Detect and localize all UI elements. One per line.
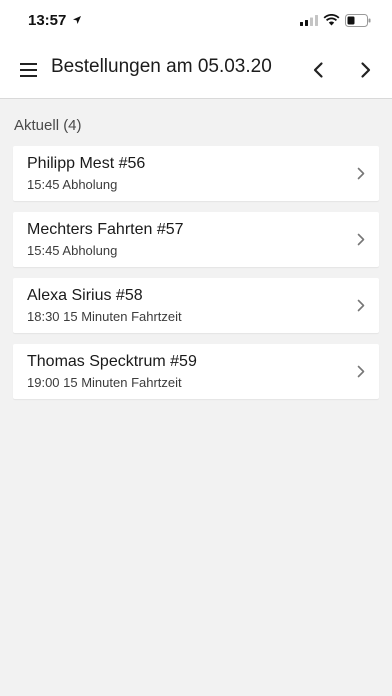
hamburger-menu-icon[interactable] (18, 58, 42, 82)
order-list-item[interactable]: Thomas Specktrum #59 19:00 15 Minuten Fa… (13, 344, 379, 399)
chevron-right-icon (357, 233, 365, 246)
order-list: Philipp Mest #56 15:45 Abholung Mechters… (13, 146, 379, 410)
chevron-right-icon (357, 167, 365, 180)
cellular-signal-icon (300, 15, 318, 26)
chevron-right-icon (357, 365, 365, 378)
app-bar: Bestellungen am 05.03.20 (0, 44, 392, 99)
order-detail: 15:45 Abholung (27, 243, 118, 258)
order-list-item[interactable]: Mechters Fahrten #57 15:45 Abholung (13, 212, 379, 267)
order-name: Alexa Sirius #58 (27, 287, 143, 304)
chevron-right-icon[interactable] (352, 57, 378, 83)
order-list-item[interactable]: Alexa Sirius #58 18:30 15 Minuten Fahrtz… (13, 278, 379, 333)
order-name: Mechters Fahrten #57 (27, 221, 184, 238)
chevron-right-icon (357, 299, 365, 312)
order-name: Philipp Mest #56 (27, 155, 146, 172)
status-time: 13:57 (28, 12, 67, 29)
wifi-icon (323, 14, 340, 26)
order-name: Thomas Specktrum #59 (27, 353, 197, 370)
order-detail: 15:45 Abholung (27, 177, 118, 192)
location-arrow-icon (73, 16, 81, 24)
order-detail: 19:00 15 Minuten Fahrtzeit (27, 375, 182, 390)
order-detail: 18:30 15 Minuten Fahrtzeit (27, 309, 182, 324)
section-header: Aktuell (4) (14, 117, 82, 134)
battery-icon (345, 14, 371, 27)
chevron-left-icon[interactable] (306, 57, 332, 83)
status-bar: 13:57 (0, 0, 392, 44)
page-title: Bestellungen am 05.03.20 (51, 56, 272, 77)
order-list-item[interactable]: Philipp Mest #56 15:45 Abholung (13, 146, 379, 201)
